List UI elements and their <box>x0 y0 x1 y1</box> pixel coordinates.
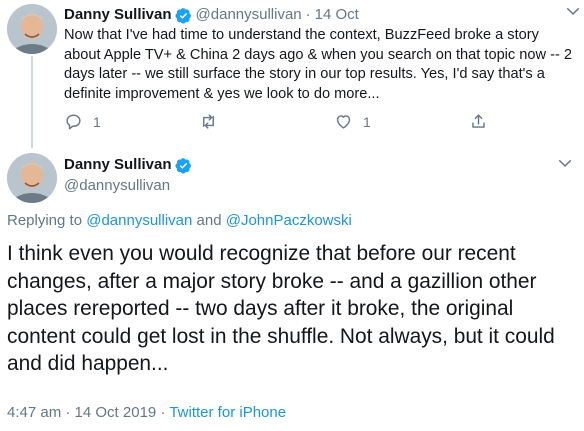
tweet-date[interactable]: 14 Oct <box>315 5 359 25</box>
replying-and: and <box>196 212 222 229</box>
like-button[interactable]: 1 <box>334 112 371 131</box>
retweet-button[interactable] <box>199 112 228 131</box>
like-count: 1 <box>363 113 371 130</box>
parent-tweet[interactable]: Danny Sullivan @dannysullivan · 14 Oct N… <box>0 0 584 148</box>
mention-link[interactable]: @JohnPaczkowski <box>226 212 352 229</box>
author-name[interactable]: Danny Sullivan <box>64 155 172 175</box>
author-handle[interactable]: @dannysullivan <box>196 5 302 25</box>
avatar[interactable] <box>7 153 57 203</box>
verified-badge-icon <box>175 7 192 24</box>
replying-prefix: Replying to <box>7 212 83 229</box>
tweet-header: Danny Sullivan @dannysullivan <box>64 155 196 196</box>
verified-badge-icon <box>175 157 192 174</box>
replying-to: Replying to @dannysullivan and @JohnPacz… <box>7 212 352 229</box>
chevron-down-icon[interactable] <box>564 2 582 20</box>
share-icon <box>469 112 488 131</box>
tweet-source-link[interactable]: Twitter for iPhone <box>169 404 286 421</box>
tweet-timestamp[interactable]: 4:47 am · 14 Oct 2019 <box>7 404 156 421</box>
tweet-text: I think even you would recognize that be… <box>7 242 555 376</box>
tweet-meta: 4:47 am · 14 Oct 2019 · Twitter for iPho… <box>7 404 286 421</box>
mention-link[interactable]: @dannysullivan <box>86 212 192 229</box>
tweet-header: Danny Sullivan @dannysullivan · 14 Oct <box>64 5 576 25</box>
author-handle[interactable]: @dannysullivan <box>64 176 196 196</box>
reply-icon <box>64 112 83 131</box>
chevron-down-icon[interactable] <box>556 154 574 172</box>
retweet-icon <box>199 112 218 131</box>
tweet-actions: 1 1 <box>64 112 534 134</box>
heart-icon <box>334 112 353 131</box>
avatar[interactable] <box>7 4 57 54</box>
thread-connector-line <box>31 56 33 148</box>
reply-count: 1 <box>93 113 101 130</box>
main-tweet: Danny Sullivan @dannysullivan Replying t… <box>0 148 584 431</box>
tweet-text: Now that I've had time to understand the… <box>64 27 572 102</box>
author-name[interactable]: Danny Sullivan <box>64 5 172 25</box>
share-button[interactable] <box>469 112 488 131</box>
separator-dot: · <box>160 404 166 421</box>
separator-dot: · <box>305 6 311 23</box>
reply-button[interactable]: 1 <box>64 112 101 131</box>
